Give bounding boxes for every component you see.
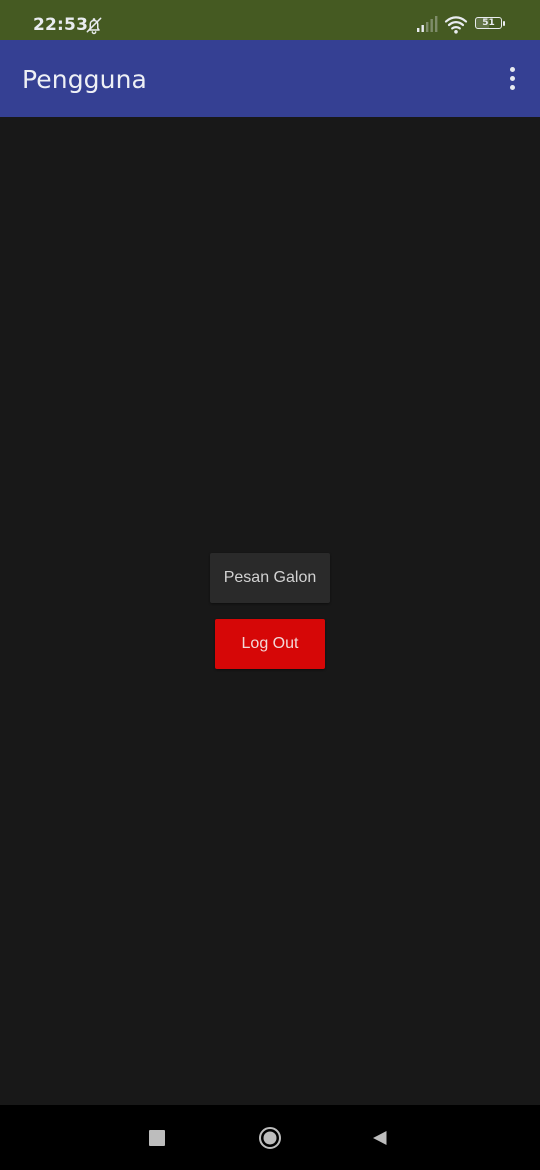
wifi-icon (444, 16, 468, 34)
recent-apps-icon[interactable] (149, 1130, 165, 1146)
page-title: Pengguna (22, 65, 147, 94)
back-icon[interactable] (371, 1129, 389, 1147)
more-vert-icon[interactable] (500, 65, 524, 93)
main-content (0, 117, 540, 1105)
battery-text: 51 (482, 18, 495, 28)
more-vert-dot (510, 67, 515, 72)
battery-tip (503, 20, 505, 26)
status-time: 22:53 (33, 15, 89, 35)
navigation-bar (0, 1105, 540, 1170)
more-vert-dot (510, 85, 515, 90)
battery-icon: 51 (475, 17, 505, 30)
status-bar: 22:53 51 (0, 0, 540, 40)
more-vert-dot (510, 76, 515, 81)
pesan-galon-button[interactable]: Pesan Galon (210, 553, 330, 603)
log-out-button[interactable]: Log Out (215, 619, 325, 669)
signal-icon (417, 16, 438, 32)
bell-off-icon (86, 17, 102, 35)
home-icon[interactable] (258, 1126, 282, 1150)
app-bar: Pengguna (0, 40, 540, 117)
